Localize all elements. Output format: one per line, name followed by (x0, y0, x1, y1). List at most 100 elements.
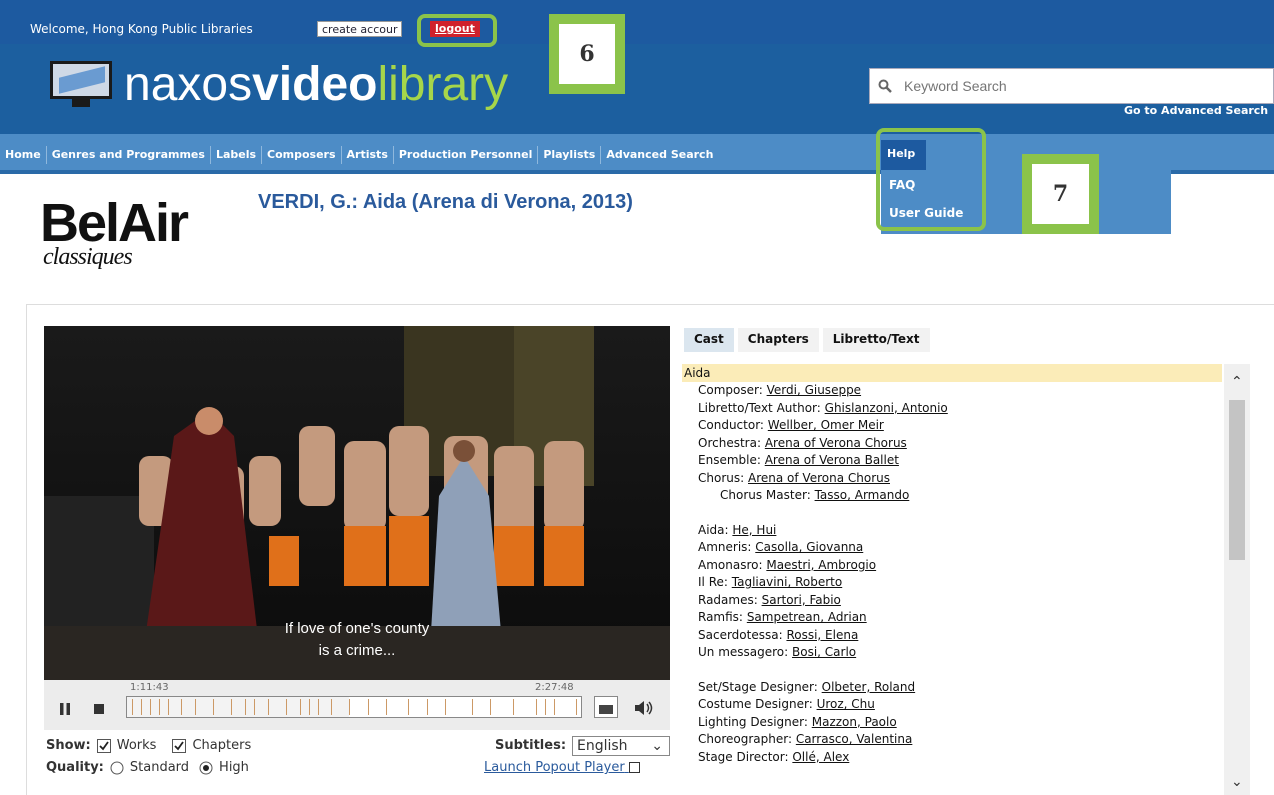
credit-row: Choreographer: Carrasco, Valentina (682, 731, 1222, 749)
credit-name-link[interactable]: Casolla, Giovanna (755, 540, 863, 554)
chapter-marker[interactable] (167, 699, 169, 715)
player-options: Show: Works Chapters Quality: Standard H… (44, 736, 670, 786)
keyword-search-input[interactable] (904, 73, 1264, 99)
nav-artists[interactable]: Artists (342, 146, 394, 164)
chapter-marker[interactable] (544, 699, 546, 715)
chapter-marker[interactable] (331, 699, 333, 715)
tab-libretto[interactable]: Libretto/Text (822, 328, 930, 352)
popout-icon (628, 762, 640, 773)
chapter-marker[interactable] (140, 699, 142, 715)
credit-name-link[interactable]: Bosi, Carlo (792, 645, 856, 659)
subtitle-line-2: is a crime... (318, 642, 396, 659)
tab-cast[interactable]: Cast (684, 328, 734, 352)
volume-icon[interactable] (634, 700, 654, 716)
quality-high-radio[interactable] (199, 761, 213, 775)
page: Welcome, Hong Kong Public Libraries crea… (0, 0, 1274, 795)
credit-name-link[interactable]: He, Hui (732, 523, 776, 537)
credit-name-link[interactable]: Arena of Verona Chorus (765, 436, 907, 450)
credit-name-link[interactable]: Uroz, Chu (817, 697, 875, 711)
belair-label-logo: BelAir classiques (40, 192, 240, 292)
chapter-marker[interactable] (408, 699, 410, 715)
chapter-marker[interactable] (149, 699, 151, 715)
chapter-marker[interactable] (299, 699, 301, 715)
chapter-marker[interactable] (349, 699, 351, 715)
nav-production-personnel[interactable]: Production Personnel (394, 146, 539, 164)
works-label: Works (116, 738, 157, 753)
credit-name-link[interactable]: Ollé, Alex (792, 750, 849, 764)
credits-list: Composer: Verdi, Giuseppe Libretto/Text A… (682, 382, 1222, 766)
credit-name-link[interactable]: Verdi, Giuseppe (767, 383, 861, 397)
chapter-marker[interactable] (158, 699, 160, 715)
nav-labels[interactable]: Labels (211, 146, 263, 164)
nav-genres[interactable]: Genres and Programmes (47, 146, 211, 164)
advanced-search-link[interactable]: Go to Advanced Search (1124, 104, 1268, 117)
credit-name-link[interactable]: Sartori, Fabio (762, 593, 841, 607)
chapter-marker[interactable] (308, 699, 310, 715)
nav-composers[interactable]: Composers (262, 146, 342, 164)
nav-home[interactable]: Home (0, 146, 47, 164)
credit-name-link[interactable]: Arena of Verona Chorus (748, 471, 890, 485)
chapter-marker[interactable] (490, 699, 492, 715)
credit-name-link[interactable]: Arena of Verona Ballet (765, 453, 899, 467)
credit-role: Ensemble: (698, 453, 761, 467)
credit-role: Amneris: (698, 540, 752, 554)
chapter-marker[interactable] (553, 699, 555, 715)
chapter-marker[interactable] (535, 699, 537, 715)
standard-label: Standard (129, 760, 190, 775)
chapter-marker[interactable] (181, 699, 183, 715)
launch-popout-link[interactable]: Launch Popout Player (484, 760, 640, 775)
credit-name-link[interactable]: Wellber, Omer Meir (768, 418, 884, 432)
chapter-marker[interactable] (367, 699, 369, 715)
scroll-down-icon[interactable]: ⌄ (1231, 774, 1243, 790)
chapter-marker[interactable] (267, 699, 269, 715)
credit-name-link[interactable]: Maestri, Ambrogio (766, 558, 876, 572)
chapters-checkbox[interactable] (172, 738, 187, 753)
credit-role: Set/Stage Designer: (698, 679, 818, 694)
playback-timeline[interactable] (126, 696, 582, 718)
credit-name-link[interactable]: Sampetrean, Adrian (747, 610, 867, 624)
credit-name-link[interactable]: Tasso, Armando (815, 488, 910, 502)
credit-name-link[interactable]: Rossi, Elena (786, 628, 858, 642)
launch-popout-label: Launch Popout Player (484, 760, 625, 775)
chapter-marker[interactable] (131, 699, 133, 715)
chapter-marker[interactable] (285, 699, 287, 715)
chapter-marker[interactable] (472, 699, 474, 715)
subtitles-select[interactable]: English ⌄ (572, 736, 670, 756)
naxos-logo[interactable]: naxosvideolibrary (48, 54, 508, 114)
chapter-marker[interactable] (195, 699, 197, 715)
chapter-marker[interactable] (426, 699, 428, 715)
scroll-up-icon[interactable]: ⌃ (1231, 374, 1243, 390)
fullscreen-icon[interactable] (594, 696, 618, 718)
credit-role: Chorus: (698, 470, 745, 485)
stop-icon[interactable] (94, 704, 104, 714)
create-account-button[interactable]: create accour (317, 21, 403, 37)
quality-label: Quality: (46, 760, 104, 775)
cast-scrollbar[interactable]: ⌃ ⌄ (1224, 364, 1250, 795)
credit-name-link[interactable]: Ghislanzoni, Antonio (825, 401, 948, 415)
credit-name-link[interactable]: Tagliavini, Roberto (732, 575, 842, 589)
credit-name-link[interactable]: Olbeter, Roland (822, 680, 915, 694)
chapter-marker[interactable] (512, 699, 514, 715)
chapter-marker[interactable] (576, 699, 578, 715)
pause-icon[interactable] (58, 702, 72, 716)
chapter-marker[interactable] (385, 699, 387, 715)
chapter-marker[interactable] (254, 699, 256, 715)
nav-playlists[interactable]: Playlists (538, 146, 602, 164)
video-player[interactable]: If love of one's county is a crime... (44, 326, 670, 680)
credit-name-link[interactable]: Carrasco, Valentina (796, 732, 913, 746)
scroll-thumb[interactable] (1229, 400, 1245, 560)
credit-role: Lighting Designer: (698, 714, 808, 729)
search-icon[interactable] (878, 79, 892, 93)
chapter-marker[interactable] (444, 699, 446, 715)
credit-role: Radames: (698, 592, 758, 607)
chapter-marker[interactable] (317, 699, 319, 715)
nav-advanced-search[interactable]: Advanced Search (601, 146, 718, 164)
chapter-marker[interactable] (231, 699, 233, 715)
tab-chapters[interactable]: Chapters (737, 328, 819, 352)
chapter-marker[interactable] (213, 699, 215, 715)
quality-standard-radio[interactable] (110, 761, 124, 775)
credit-name-link[interactable]: Mazzon, Paolo (812, 715, 897, 729)
chapter-marker[interactable] (245, 699, 247, 715)
credit-role: Orchestra: (698, 435, 761, 450)
works-checkbox[interactable] (96, 738, 111, 753)
